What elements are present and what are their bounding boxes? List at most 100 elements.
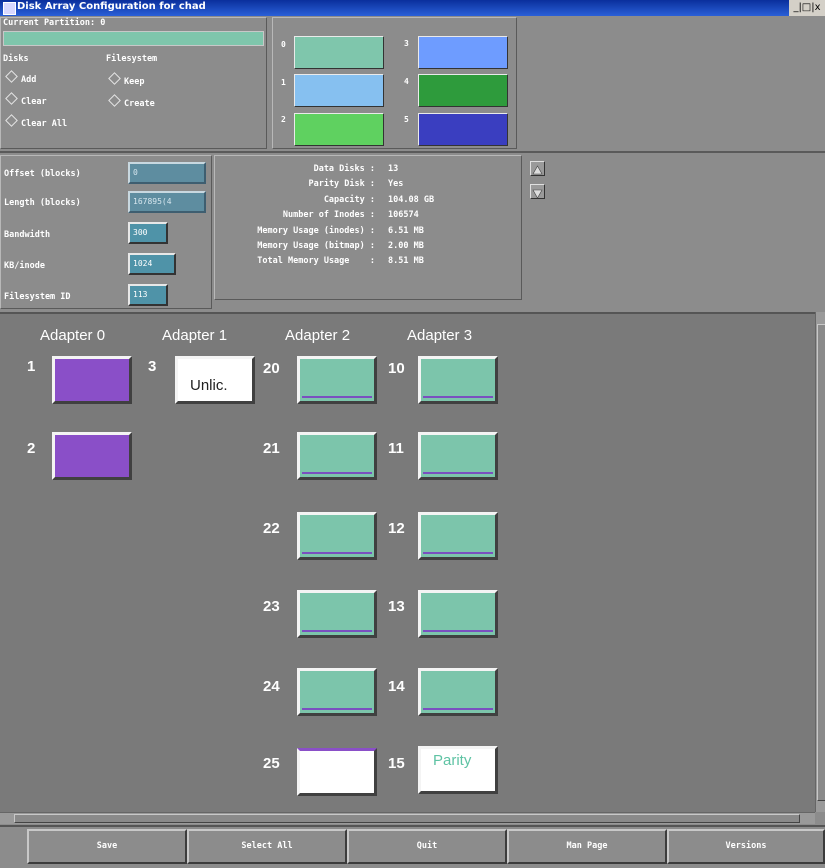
disk-slot-2[interactable] [52,432,132,480]
disk-number: 15 [388,755,405,772]
window-controls[interactable]: _|□|x [789,0,825,16]
partition-swatch-3[interactable] [418,36,508,69]
partition-swatch-0[interactable] [294,36,384,69]
adapter-2-heading: Adapter 2 [285,327,351,344]
bandwidth-field[interactable]: 300 [128,222,168,244]
disk-slot-3[interactable]: Unlic. [175,356,255,404]
offset-field[interactable]: 0 [128,162,206,184]
swatch-number: 3 [404,39,409,48]
disk-slot-13[interactable] [418,590,498,638]
disk-number: 14 [388,678,405,695]
disk-number: 2 [27,440,36,457]
window-title: Disk Array Configuration for chad [17,1,206,12]
filesystem-heading: Filesystem [106,54,158,64]
disk-slot-23[interactable] [297,590,377,638]
disk-slot-20[interactable] [297,356,377,404]
adapter-0-heading: Adapter 0 [40,327,106,344]
stat-value: Yes [388,179,404,190]
disk-number: 11 [388,440,404,457]
stats-values: 13 Yes 104.08 GB 106574 6.51 MB 2.00 MB … [388,162,434,270]
arrow-down-icon [532,189,543,199]
disk-slot-14[interactable] [418,668,498,716]
app-icon [3,2,16,15]
filesystem-keep-radio[interactable]: Keep [108,72,144,87]
adapter-3-heading: Adapter 3 [407,327,473,344]
filesystem-create-radio[interactable]: Create [108,94,155,109]
disks-add-radio[interactable]: Add [5,70,36,85]
radio-diamond-icon [108,72,121,85]
select-all-button[interactable]: Select All [187,829,347,864]
partition-swatch-5[interactable] [418,113,508,146]
disks-clear-radio[interactable]: Clear [5,92,47,107]
stat-value: 13 [388,164,399,174]
disk-slot-15[interactable]: Parity [418,746,498,794]
scroll-down-button[interactable] [530,184,545,199]
vertical-scrollbar[interactable] [815,312,825,812]
disk-status-text: Unlic. [190,377,228,394]
stat-value: 8.51 MB [388,256,424,267]
vertical-scroll-thumb[interactable] [817,324,825,801]
length-label: Length (blocks) [4,198,81,208]
partition-swatch-1[interactable] [294,74,384,107]
partition-color-bar [3,31,264,46]
disk-number: 21 [263,440,280,457]
stat-value: 106574 [388,210,419,221]
radio-diamond-icon [5,92,18,105]
disk-number: 25 [263,755,280,772]
radio-diamond-icon [5,114,18,127]
stat-label: Total Memory Usage : [257,256,375,267]
swatch-number: 4 [404,77,409,86]
horizontal-scroll-thumb[interactable] [14,814,800,823]
disk-slot-11[interactable] [418,432,498,480]
disk-slot-25[interactable] [297,748,377,796]
disk-status-text: Parity [433,752,472,769]
disks-clear-all-radio[interactable]: Clear All [5,114,67,129]
disk-number: 24 [263,678,280,695]
bandwidth-label: Bandwidth [4,230,51,240]
disk-slot-21[interactable] [297,432,377,480]
stat-value: 6.51 MB [388,225,424,236]
current-partition-label: Current Partition: 0 [3,18,106,28]
separator [0,151,825,153]
disk-slot-12[interactable] [418,512,498,560]
disk-number: 20 [263,360,280,377]
save-button[interactable]: Save [27,829,187,864]
disk-number: 12 [388,520,405,537]
disk-slot-22[interactable] [297,512,377,560]
horizontal-scrollbar[interactable] [0,812,815,824]
stats-labels: Data Disks : Parity Disk : Capacity : Nu… [214,162,375,270]
title-bar: Disk Array Configuration for chad [0,0,825,16]
radio-diamond-icon [5,70,18,83]
adapter-1-heading: Adapter 1 [162,327,228,344]
offset-label: Offset (blocks) [4,169,81,179]
swatch-number: 2 [281,115,286,124]
stat-label: Memory Usage (inodes) : [257,225,375,236]
kb-inode-label: KB/inode [4,261,45,271]
filesystem-id-label: Filesystem ID [4,292,71,302]
stat-value: 2.00 MB [388,241,424,252]
arrow-up-icon [532,165,543,175]
filesystem-id-field[interactable]: 113 [128,284,168,306]
disk-slot-10[interactable] [418,356,498,404]
quit-button[interactable]: Quit [347,829,507,864]
kb-inode-field[interactable]: 1024 [128,253,176,275]
partition-swatch-2[interactable] [294,113,384,146]
disk-number: 22 [263,520,280,537]
stat-label: Parity Disk : [308,179,375,190]
stat-label: Data Disks : [313,164,375,174]
disk-number: 1 [27,358,36,375]
partition-swatch-4[interactable] [418,74,508,107]
stat-label: Capacity : [323,194,375,205]
radio-diamond-icon [108,94,121,107]
disk-slot-24[interactable] [297,668,377,716]
scroll-up-button[interactable] [530,161,545,176]
versions-button[interactable]: Versions [667,829,825,864]
disk-number: 3 [148,358,157,375]
man-page-button[interactable]: Man Page [507,829,667,864]
length-field[interactable]: 167895(4 [128,191,206,213]
swatch-number: 0 [281,40,286,49]
disk-number: 10 [388,360,405,377]
stat-value: 104.08 GB [388,194,435,205]
disks-heading: Disks [3,54,29,64]
disk-slot-1[interactable] [52,356,132,404]
